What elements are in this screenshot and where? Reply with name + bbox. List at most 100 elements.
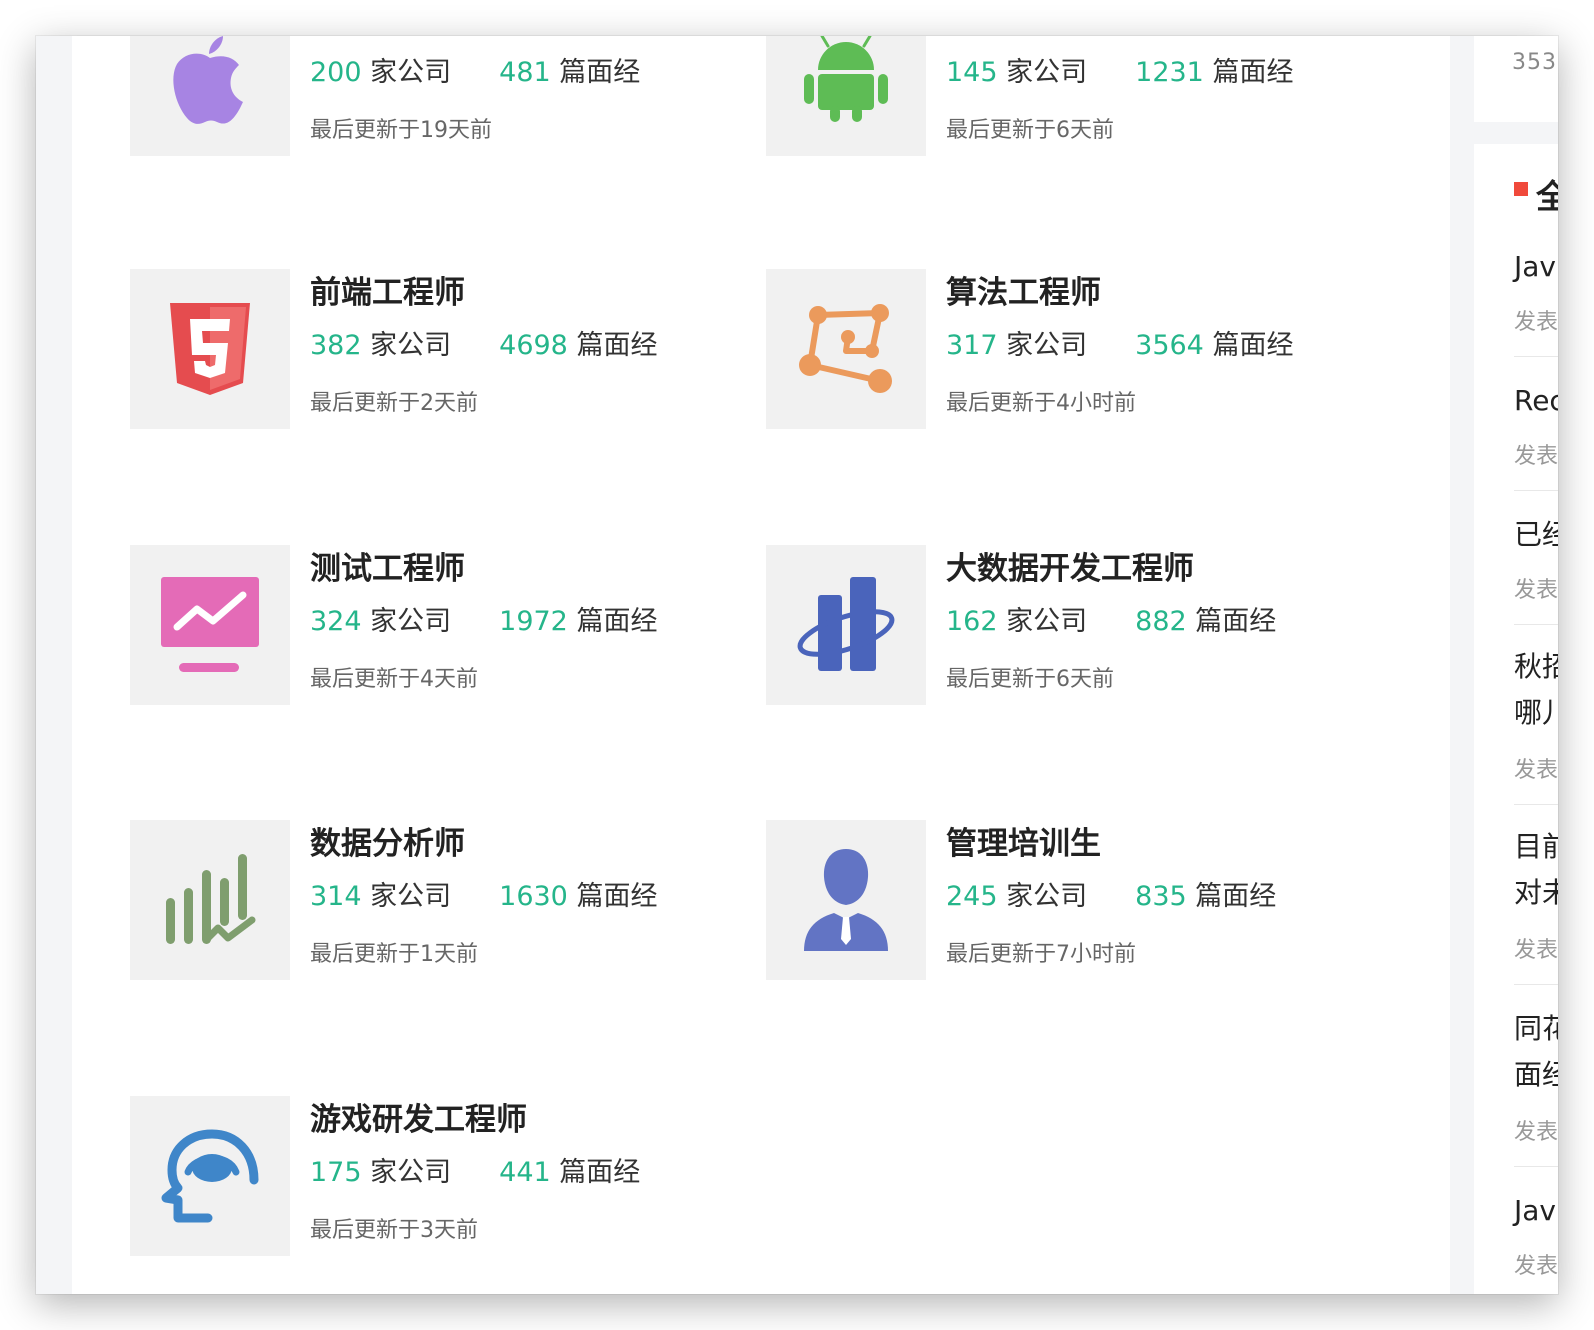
- post-count: 882: [1135, 606, 1187, 637]
- article-title[interactable]: 秋招: [1514, 644, 1558, 690]
- article-title[interactable]: 目前: [1514, 824, 1558, 870]
- category-card-management-trainee[interactable]: 管理培训生 245 家公司 835 篇面经 最后更新于7小时前: [766, 820, 1406, 980]
- android-icon: [804, 36, 888, 122]
- category-icon-tile[interactable]: [130, 36, 290, 156]
- html5-icon: [170, 303, 250, 395]
- company-unit: 家公司: [370, 57, 452, 88]
- post-unit: 篇面经: [1212, 330, 1294, 361]
- category-title[interactable]: 测试工程师: [310, 545, 465, 593]
- company-count: 382: [310, 330, 362, 361]
- post-unit: 篇面经: [576, 606, 658, 637]
- category-stats: 382 家公司 4698 篇面经: [310, 326, 657, 366]
- category-title[interactable]: 大数据开发工程师: [946, 545, 1194, 593]
- article-meta: 发表: [1514, 1120, 1558, 1145]
- divider: [1514, 984, 1558, 985]
- section-title: 全: [1536, 177, 1558, 216]
- category-stats: 162 家公司 882 篇面经: [946, 602, 1276, 642]
- article-meta: 发表: [1514, 1254, 1558, 1279]
- category-icon-tile[interactable]: [130, 1096, 290, 1256]
- post-unit: 篇面经: [1212, 57, 1294, 88]
- last-updated: 最后更新于19天前: [310, 118, 492, 143]
- company-unit: 家公司: [1006, 330, 1088, 361]
- category-stats: 314 家公司 1630 篇面经: [310, 877, 657, 917]
- article-meta: 发表: [1514, 938, 1558, 963]
- category-stats: 245 家公司 835 篇面经: [946, 877, 1276, 917]
- bar-trend-icon: [166, 854, 256, 944]
- section-marker: [1514, 182, 1528, 196]
- category-stats: 200 家公司 481 篇面经: [310, 53, 640, 93]
- company-count: 162: [946, 606, 998, 637]
- category-card-game-dev[interactable]: 游戏研发工程师 175 家公司 441 篇面经 最后更新于3天前: [130, 1096, 770, 1256]
- article-title-line2[interactable]: 面经: [1514, 1052, 1558, 1098]
- sidebar-article-list: 全 Jav 发表 Rec 发表 已经 发表 秋招 哪儿 发表 目前 对未 发表 …: [1474, 144, 1558, 1294]
- company-unit: 家公司: [1006, 57, 1088, 88]
- category-title[interactable]: 游戏研发工程师: [310, 1096, 527, 1144]
- last-updated: 最后更新于6天前: [946, 667, 1114, 692]
- last-updated: 最后更新于7小时前: [946, 942, 1136, 967]
- category-stats: 175 家公司 441 篇面经: [310, 1153, 640, 1193]
- category-title[interactable]: 前端工程师: [310, 269, 465, 317]
- last-updated: 最后更新于3天前: [310, 1218, 478, 1243]
- article-title[interactable]: Jav: [1514, 244, 1556, 290]
- post-count: 441: [499, 1157, 551, 1188]
- sidebar-stats-card: 353: [1474, 36, 1558, 122]
- article-meta: 发表: [1514, 578, 1558, 603]
- company-count: 314: [310, 881, 362, 912]
- divider: [1514, 490, 1558, 491]
- category-card-ios[interactable]: 200 家公司 481 篇面经 最后更新于19天前: [130, 36, 770, 156]
- company-count: 200: [310, 57, 362, 88]
- divider: [1514, 1166, 1558, 1167]
- category-icon-tile[interactable]: [766, 269, 926, 429]
- company-unit: 家公司: [1006, 881, 1088, 912]
- category-card-data-analyst[interactable]: 数据分析师 314 家公司 1630 篇面经 最后更新于1天前: [130, 820, 770, 980]
- last-updated: 最后更新于1天前: [310, 942, 478, 967]
- divider: [1514, 804, 1558, 805]
- article-title-line2[interactable]: 对未: [1514, 870, 1558, 916]
- article-meta: 发表: [1514, 758, 1558, 783]
- post-unit: 篇面经: [559, 57, 641, 88]
- category-card-android[interactable]: 145 家公司 1231 篇面经 最后更新于6天前: [766, 36, 1406, 156]
- category-icon-tile[interactable]: [766, 820, 926, 980]
- company-unit: 家公司: [370, 1157, 452, 1188]
- category-stats: 145 家公司 1231 篇面经: [946, 53, 1293, 93]
- monitor-chart-icon: [161, 577, 259, 672]
- last-updated: 最后更新于6天前: [946, 118, 1114, 143]
- category-icon-tile[interactable]: [130, 269, 290, 429]
- category-card-frontend[interactable]: 前端工程师 382 家公司 4698 篇面经 最后更新于2天前: [130, 269, 770, 429]
- company-count: 175: [310, 1157, 362, 1188]
- algorithm-icon: [799, 304, 892, 393]
- company-count: 317: [946, 330, 998, 361]
- apple-icon: [173, 36, 243, 124]
- post-count: 4698: [499, 330, 568, 361]
- category-card-testing[interactable]: 测试工程师 324 家公司 1972 篇面经 最后更新于4天前: [130, 545, 770, 705]
- post-count: 481: [499, 57, 551, 88]
- category-icon-tile[interactable]: [766, 545, 926, 705]
- article-title[interactable]: Jav: [1514, 1188, 1556, 1234]
- article-title-line2[interactable]: 哪儿: [1514, 690, 1558, 736]
- post-unit: 篇面经: [576, 881, 658, 912]
- main-content: 200 家公司 481 篇面经 最后更新于19天前 145 家公司 1231 篇面经: [72, 36, 1450, 1294]
- article-title[interactable]: Rec: [1514, 378, 1558, 424]
- post-unit: 篇面经: [1195, 881, 1277, 912]
- article-meta: 发表: [1514, 444, 1558, 469]
- company-count: 324: [310, 606, 362, 637]
- category-stats: 324 家公司 1972 篇面经: [310, 602, 657, 642]
- post-count: 1231: [1135, 57, 1204, 88]
- category-icon-tile[interactable]: [766, 36, 926, 156]
- post-unit: 篇面经: [576, 330, 658, 361]
- bigdata-icon: [797, 577, 895, 671]
- last-updated: 最后更新于2天前: [310, 391, 478, 416]
- company-unit: 家公司: [370, 330, 452, 361]
- article-title[interactable]: 同花: [1514, 1006, 1558, 1052]
- article-title[interactable]: 已经: [1514, 512, 1558, 558]
- divider: [1514, 356, 1558, 357]
- divider: [1514, 624, 1558, 625]
- category-card-bigdata[interactable]: 大数据开发工程师 162 家公司 882 篇面经 最后更新于6天前: [766, 545, 1406, 705]
- category-title[interactable]: 管理培训生: [946, 820, 1101, 868]
- category-title[interactable]: 算法工程师: [946, 269, 1101, 317]
- category-title[interactable]: 数据分析师: [310, 820, 465, 868]
- post-count: 835: [1135, 881, 1187, 912]
- category-icon-tile[interactable]: [130, 820, 290, 980]
- category-icon-tile[interactable]: [130, 545, 290, 705]
- category-card-algorithm[interactable]: 算法工程师 317 家公司 3564 篇面经 最后更新于4小时前: [766, 269, 1406, 429]
